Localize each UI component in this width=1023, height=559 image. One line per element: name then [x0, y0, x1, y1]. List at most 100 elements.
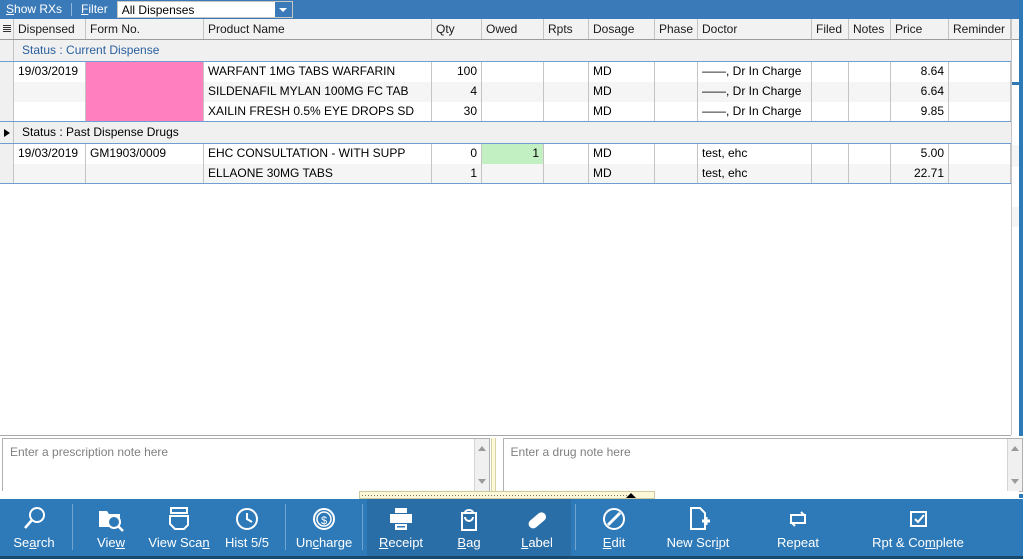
cell-form-no-flagged[interactable] — [86, 102, 204, 121]
search-button[interactable]: Search — [0, 499, 68, 557]
table-row[interactable]: ELLAONE 30MG TABS 1 MD test, ehc 22.71 — [0, 164, 1011, 184]
history-label: Hist 5/5 — [224, 535, 270, 550]
bag-button[interactable]: Bag — [435, 499, 503, 557]
pane-splitter[interactable] — [0, 491, 1019, 499]
drug-note-scrollbar[interactable] — [1006, 439, 1022, 491]
prescription-note-field[interactable]: Enter a prescription note here — [2, 438, 490, 492]
cell-notes — [849, 82, 891, 102]
row-selector[interactable] — [0, 62, 14, 82]
cell-phase — [655, 102, 698, 121]
label-button[interactable]: Label — [503, 499, 571, 557]
new-script-button[interactable]: New Script — [648, 499, 748, 557]
chevron-down-icon[interactable] — [274, 2, 292, 17]
column-header-price[interactable]: Price — [891, 19, 949, 39]
group-label: Status : Past Dispense Drugs — [22, 125, 179, 139]
column-header-rpts[interactable]: Rpts — [544, 19, 589, 39]
new-script-label: New Script — [666, 535, 730, 550]
toolbar-group-print: Receipt Bag Label — [367, 499, 571, 559]
collapse-chevron-icon[interactable] — [626, 493, 636, 498]
receipt-button[interactable]: Receipt — [367, 499, 435, 557]
scroll-up-icon[interactable] — [477, 446, 486, 451]
table-row[interactable]: XAILIN FRESH 0.5% EYE DROPS SD 30 MD ——,… — [0, 102, 1011, 122]
cell-owed — [482, 82, 544, 102]
cell-form-no-flagged[interactable] — [86, 62, 204, 82]
cell-doctor: ——, Dr In Charge — [698, 102, 812, 121]
dispense-filter-combo[interactable]: All Dispenses — [116, 1, 293, 18]
prescription-note-scrollbar[interactable] — [473, 439, 489, 491]
column-header-doctor[interactable]: Doctor — [698, 19, 812, 39]
edit-button[interactable]: Edit — [580, 499, 648, 557]
printer-icon — [386, 504, 416, 534]
column-header-form-no[interactable]: Form No. — [86, 19, 204, 39]
cell-phase — [655, 164, 698, 183]
cell-reminder — [949, 102, 1011, 121]
dispense-grid[interactable]: Dispensed Form No. Product Name Qty Owed… — [0, 19, 1011, 436]
drug-note-field[interactable]: Enter a drug note here — [502, 438, 1023, 492]
table-row[interactable]: 19/03/2019 GM1903/0009 EHC CONSULTATION … — [0, 144, 1011, 164]
cell-form-no: GM1903/0009 — [86, 144, 204, 164]
cell-qty: 1 — [432, 164, 482, 183]
rpt-complete-label: Rpt & Complete — [872, 535, 964, 550]
toolbar-group-edit: Edit New Script Repeat Rpt & Complete — [571, 499, 988, 559]
grid-select-all-icon[interactable] — [0, 19, 14, 39]
row-selector[interactable] — [0, 102, 14, 121]
cell-filed — [812, 62, 849, 82]
view-scan-button[interactable]: View Scan — [145, 499, 213, 557]
row-selector[interactable] — [0, 144, 14, 164]
column-header-product-name[interactable]: Product Name — [204, 19, 432, 39]
cell-dosage: MD — [589, 102, 655, 121]
column-header-notes[interactable]: Notes — [849, 19, 891, 39]
row-pointer-icon — [3, 128, 10, 137]
column-header-dosage[interactable]: Dosage — [589, 19, 655, 39]
history-button[interactable]: Hist 5/5 — [213, 499, 281, 557]
filter-button[interactable]: Filter — [75, 0, 114, 19]
view-button[interactable]: View — [77, 499, 145, 557]
repeat-button[interactable]: Repeat — [748, 499, 848, 557]
scroll-down-icon[interactable] — [1010, 479, 1019, 484]
table-row[interactable]: 19/03/2019 WARFANT 1MG TABS WARFARIN 100… — [0, 62, 1011, 82]
row-selector[interactable] — [0, 164, 14, 183]
cell-form-no-flagged[interactable] — [86, 82, 204, 102]
prescription-note-placeholder[interactable]: Enter a prescription note here — [3, 439, 474, 491]
splitter-bar[interactable] — [359, 491, 655, 499]
drug-note-placeholder[interactable]: Enter a drug note here — [504, 439, 1007, 491]
column-header-reminder[interactable]: Reminder — [949, 19, 1011, 39]
show-rxs-accel: S — [6, 2, 15, 16]
uncharge-button[interactable]: $ Uncharge — [290, 499, 358, 557]
scroll-down-icon[interactable] — [477, 479, 486, 484]
toolbar-divider — [362, 504, 363, 550]
edit-label: Edit — [602, 535, 626, 550]
dispense-history-window: Show RXs Filter All Dispenses Dispensed … — [0, 0, 1023, 559]
notes-divider[interactable] — [490, 438, 496, 492]
column-header-dispensed[interactable]: Dispensed — [14, 19, 86, 39]
new-document-icon — [683, 504, 713, 534]
toolbar-divider — [575, 504, 576, 550]
cell-product-name: XAILIN FRESH 0.5% EYE DROPS SD — [204, 102, 432, 121]
group-header-past-dispense-drugs[interactable]: Status : Past Dispense Drugs — [0, 122, 1011, 144]
row-selector[interactable] — [0, 82, 14, 102]
receipt-label: Receipt — [378, 535, 424, 550]
pencil-circle-icon — [599, 504, 629, 534]
show-rxs-button[interactable]: Show RXs — [0, 0, 68, 19]
cell-filed — [812, 164, 849, 183]
rpt-complete-button[interactable]: Rpt & Complete — [848, 499, 988, 557]
cell-price: 8.64 — [891, 62, 949, 82]
cell-owed-highlighted[interactable]: 1 — [482, 144, 544, 164]
column-header-phase[interactable]: Phase — [655, 19, 698, 39]
scroll-up-icon[interactable] — [1010, 446, 1019, 451]
cell-qty: 30 — [432, 102, 482, 121]
grid-empty-area[interactable] — [0, 184, 1011, 384]
search-label: Search — [13, 535, 55, 550]
column-header-filed[interactable]: Filed — [812, 19, 849, 39]
cell-price: 22.71 — [891, 164, 949, 183]
column-header-owed[interactable]: Owed — [482, 19, 544, 39]
cell-dispensed — [14, 102, 86, 121]
table-row[interactable]: SILDENAFIL MYLAN 100MG FC TAB 4 MD ——, D… — [0, 82, 1011, 102]
column-header-qty[interactable]: Qty — [432, 19, 482, 39]
cell-form-no — [86, 164, 204, 183]
cell-doctor: ——, Dr In Charge — [698, 62, 812, 82]
notes-area: Enter a prescription note here Enter a d… — [0, 436, 1023, 494]
action-toolbar: Search View View Scan Hist 5/5 $ Uncharg… — [0, 499, 1023, 559]
group-header-current-dispense[interactable]: Status : Current Dispense — [0, 40, 1011, 62]
group-gutter — [0, 40, 14, 61]
